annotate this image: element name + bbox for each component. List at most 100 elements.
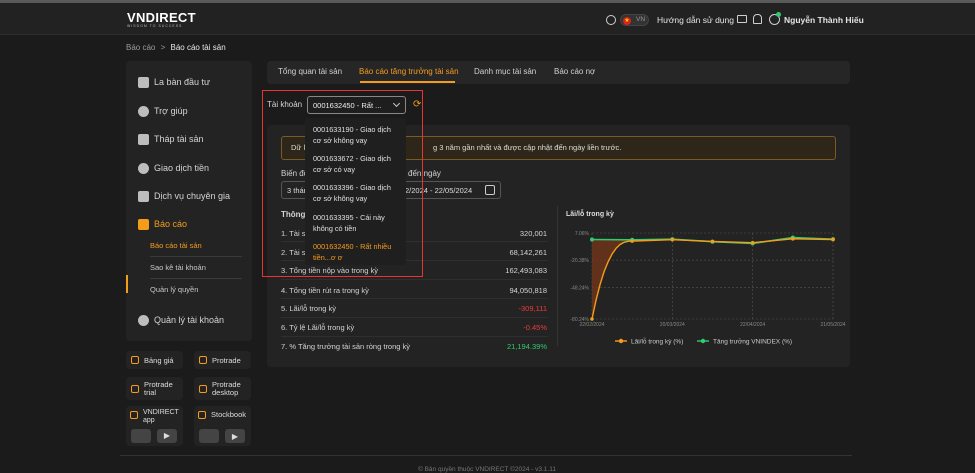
vndirect-app-card: VNDIRECT app ▶: [126, 406, 183, 446]
stat-label-6: 6. Tỷ lệ Lãi/lỗ trong kỳ: [281, 323, 355, 332]
legend-dot-vnindex: [700, 338, 706, 344]
stat-label-4: 4. Tổng tiền rút ra trong kỳ: [281, 286, 369, 295]
divider: [150, 278, 242, 279]
sidebar-item-asset-tower[interactable]: Tháp tài sản: [138, 132, 204, 146]
sidebar-sub-permission-management[interactable]: Quản lý quyền: [150, 285, 198, 294]
sidebar-item-label: Báo cáo: [154, 219, 188, 229]
user-name[interactable]: Nguyễn Thành Hiếu: [784, 15, 864, 25]
sidebar-item-label: Giao dịch tiền: [154, 163, 210, 173]
series-point-profit-loss[interactable]: [750, 240, 755, 245]
sidebar-item-help[interactable]: Trợ giúp: [138, 104, 188, 118]
tool-label: Stockbook: [211, 410, 247, 419]
tool-label: Protrade: [212, 355, 241, 365]
profit-loss-chart: Lãi/lỗ trong kỳ 7.06%-20.38%-48.24%-80.2…: [557, 206, 846, 346]
sidebar-item-reports[interactable]: Báo cáo: [138, 217, 187, 231]
price-board-icon: [131, 356, 139, 364]
x-tick-label: 20/03/2024: [660, 322, 685, 328]
tab-asset-growth-report[interactable]: Báo cáo tăng trưởng tài sản: [359, 67, 459, 76]
series-point-profit-loss[interactable]: [630, 239, 634, 243]
series-area-fill: [592, 237, 833, 319]
user-guide-link[interactable]: Hướng dẫn sử dụng: [657, 15, 734, 25]
sidebar-item-label: Tháp tài sản: [154, 134, 204, 144]
coin-icon: [138, 162, 149, 174]
tab-asset-overview[interactable]: Tổng quan tài sản: [278, 67, 342, 76]
stat-value-7: 21,194.39%: [506, 342, 547, 351]
sidebar-item-label: La bàn đầu tư: [154, 77, 211, 87]
app-icon: [130, 411, 138, 419]
sidebar-item-expert-service[interactable]: Dịch vụ chuyên gia: [138, 189, 230, 203]
tool-label: Bảng giá: [144, 355, 174, 365]
sidebar-item-investment-compass[interactable]: La bàn đầu tư: [138, 75, 210, 89]
legend-label-profit-loss: Lãi/lỗ trong kỳ (%): [631, 337, 683, 346]
mail-icon[interactable]: [737, 15, 747, 23]
tab-asset-portfolio[interactable]: Danh mục tài sản: [474, 67, 536, 76]
stat-value-5: -309,111: [518, 304, 548, 313]
tool-label: Protrade desktop: [212, 379, 241, 397]
stockbook-card: Stockbook ▶: [194, 406, 251, 446]
report-tabs: Tổng quan tài sản Báo cáo tăng trưởng tà…: [267, 61, 850, 84]
protrade-trial-button[interactable]: Protrade trial: [126, 377, 183, 400]
protrade-icon: [199, 356, 207, 364]
protrade-button[interactable]: Protrade: [194, 351, 251, 369]
protrade-trial-icon: [131, 384, 139, 393]
sidebar-item-cash-transactions[interactable]: Giao dịch tiền: [138, 161, 209, 175]
y-tick-label: -20.38%: [570, 258, 589, 264]
x-tick-label: 22/04/2024: [740, 322, 765, 328]
apple-store-icon[interactable]: [199, 429, 219, 443]
series-point-vnindex[interactable]: [590, 237, 594, 242]
sidebar-sub-account-statement[interactable]: Sao kê tài khoản: [150, 263, 206, 272]
notice-text-right: g 3 năm gần nhất và được cập nhật đến ng…: [433, 143, 622, 152]
protrade-desktop-icon: [199, 384, 207, 393]
user-icon: [138, 314, 149, 326]
chart-x-ticks: 22/02/2024 20/03/2024 22/04/2024 21/05/2024: [579, 322, 845, 328]
tower-icon: [138, 133, 149, 145]
stat-label-7: 7. % Tăng trưởng tài sản ròng trong kỳ: [281, 342, 411, 351]
legend-label-vnindex: Tăng trưởng VNINDEX (%): [713, 338, 792, 346]
chart-y-ticks: 7.06%-20.38%-48.24%-80.24%: [570, 231, 589, 323]
calendar-icon[interactable]: [485, 185, 495, 195]
sidebar: La bàn đầu tư Trợ giúp Tháp tài sản Giao…: [126, 61, 252, 341]
breadcrumb-root[interactable]: Báo cáo: [126, 43, 155, 52]
divider: [281, 279, 548, 280]
tool-label: Protrade trial: [144, 379, 173, 397]
series-point-profit-loss[interactable]: [791, 236, 795, 241]
divider: [281, 317, 548, 318]
online-status-dot: [776, 12, 781, 17]
price-board-button[interactable]: Bảng giá: [126, 351, 183, 369]
stat-value-2: 68,142,261: [509, 248, 547, 257]
active-indicator: [126, 275, 128, 293]
series-point-profit-loss[interactable]: [710, 239, 715, 244]
y-tick-label: -48.24%: [570, 285, 589, 291]
sidebar-item-label: Quản lý tài khoản: [154, 315, 225, 325]
breadcrumb: Báo cáo > Báo cáo tài sản: [126, 43, 226, 52]
apple-store-icon[interactable]: [131, 429, 151, 443]
series-point-profit-loss[interactable]: [670, 237, 675, 242]
language-switch[interactable]: ★ VN: [620, 14, 649, 26]
google-play-icon[interactable]: ▶: [157, 429, 177, 443]
tab-debt-report[interactable]: Báo cáo nợ: [554, 67, 595, 76]
help-icon: [138, 105, 149, 117]
google-play-icon[interactable]: ▶: [225, 429, 245, 443]
vndirect-logo[interactable]: VNDIRECT WISDOM TO SUCCESS: [127, 10, 196, 28]
sidebar-sub-asset-report[interactable]: Báo cáo tài sản: [150, 241, 202, 250]
sidebar-item-account-management[interactable]: Quản lý tài khoản: [138, 313, 224, 327]
divider: [150, 256, 242, 257]
highlight-box: [262, 90, 423, 277]
stat-value-3: 162,493,083: [505, 266, 547, 275]
chart-points: [590, 235, 835, 321]
stat-value-6: -0.45%: [523, 323, 547, 332]
x-tick-label: 22/02/2024: [579, 322, 604, 328]
divider: [281, 298, 548, 299]
chart-grid: [591, 232, 834, 320]
tool-label: VNDIRECT app: [143, 409, 179, 424]
y-tick-label: 7.06%: [575, 231, 590, 237]
bell-icon[interactable]: [753, 14, 762, 24]
stockbook-icon: [198, 411, 206, 420]
series-point-profit-loss[interactable]: [831, 237, 835, 242]
settings-gear-icon[interactable]: [606, 15, 616, 25]
stat-value-1: 320,001: [519, 229, 547, 238]
footer-divider: [120, 455, 852, 456]
protrade-desktop-button[interactable]: Protrade desktop: [194, 377, 251, 400]
series-point-profit-loss[interactable]: [590, 317, 594, 321]
sidebar-item-label: Dịch vụ chuyên gia: [154, 191, 231, 201]
